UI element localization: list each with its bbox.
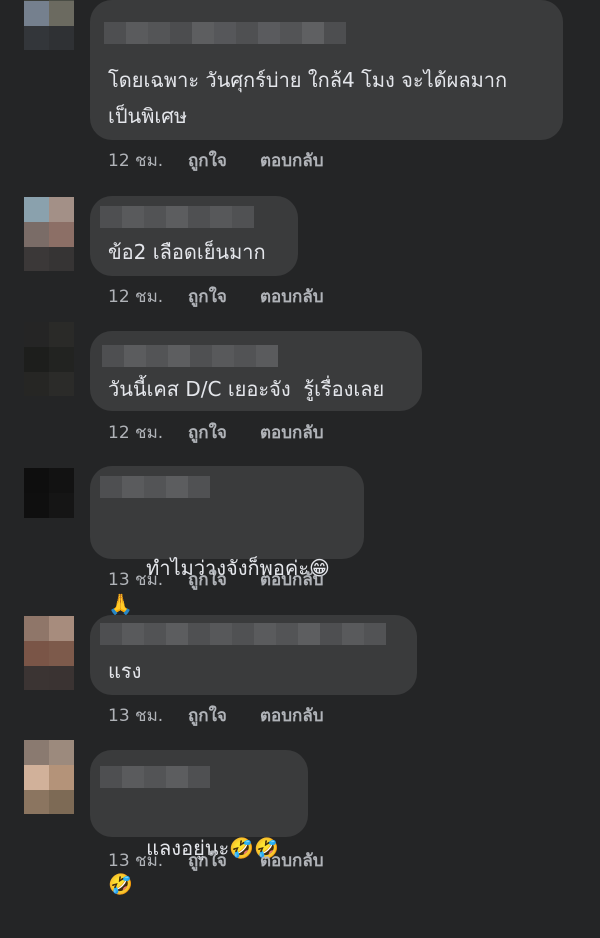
comment-meta: 12 ชม. ถูกใจ ตอบกลับ: [108, 284, 324, 308]
reply-button[interactable]: ตอบกลับ: [260, 147, 324, 174]
comment-bubble: โดยเฉพาะ วันศุกร์บ่าย ใกล้4 โมง จะได้ผลม…: [90, 0, 563, 140]
comment-text: โดยเฉพาะ วันศุกร์บ่าย ใกล้4 โมง จะได้ผลม…: [108, 68, 508, 128]
comment-time: 13 ชม.: [108, 850, 164, 871]
comment-bubble: แลงอยู่นะ🤣🤣🤣: [90, 750, 308, 896]
comment-text: ข้อ2 เลือดเย็นมาก: [108, 240, 266, 264]
reply-button[interactable]: ตอบกลับ: [260, 702, 324, 729]
author-name[interactable]: [102, 345, 278, 367]
comment-bubble: ทำไมว่างจังก็พอค่ะ😁🙏: [90, 466, 364, 616]
author-name[interactable]: [100, 623, 386, 645]
like-button[interactable]: ถูกใจ: [188, 847, 260, 874]
comment-time: 13 ชม.: [108, 569, 164, 590]
like-button[interactable]: ถูกใจ: [188, 419, 260, 446]
comment-time: 12 ชม.: [108, 422, 164, 443]
reply-button[interactable]: ตอบกลับ: [260, 283, 324, 310]
avatar[interactable]: [24, 197, 74, 271]
avatar[interactable]: [24, 740, 74, 814]
comment-meta: 13 ชม. ถูกใจ ตอบกลับ: [108, 703, 324, 727]
comment-meta: 12 ชม. ถูกใจ ตอบกลับ: [108, 148, 324, 172]
author-name[interactable]: [100, 476, 210, 498]
comment-bubble: ข้อ2 เลือดเย็นมาก: [90, 196, 298, 276]
comment-bubble: วันนี้เคส D/C เยอะจัง รู้เรื่องเลย: [90, 331, 422, 411]
author-name[interactable]: [100, 206, 254, 228]
like-button[interactable]: ถูกใจ: [188, 702, 260, 729]
like-button[interactable]: ถูกใจ: [188, 147, 260, 174]
comment-time: 12 ชม.: [108, 286, 164, 307]
avatar[interactable]: [24, 468, 74, 542]
avatar[interactable]: [24, 0, 74, 50]
avatar[interactable]: [24, 322, 74, 396]
reply-button[interactable]: ตอบกลับ: [260, 566, 324, 593]
comment-meta: 13 ชม. ถูกใจ ตอบกลับ: [108, 848, 324, 872]
comment-text: วันนี้เคส D/C เยอะจัง รู้เรื่องเลย: [108, 377, 385, 401]
like-button[interactable]: ถูกใจ: [188, 566, 260, 593]
comment-bubble: แรง: [90, 615, 417, 695]
reply-button[interactable]: ตอบกลับ: [260, 847, 324, 874]
comment-meta: 12 ชม. ถูกใจ ตอบกลับ: [108, 420, 324, 444]
author-name[interactable]: [104, 22, 346, 44]
comment-time: 12 ชม.: [108, 150, 164, 171]
author-name[interactable]: [100, 766, 210, 788]
comment-text: แรง: [108, 659, 142, 683]
reply-button[interactable]: ตอบกลับ: [260, 419, 324, 446]
avatar[interactable]: [24, 616, 74, 690]
comment-meta: 13 ชม. ถูกใจ ตอบกลับ: [108, 567, 324, 591]
comment-time: 13 ชม.: [108, 705, 164, 726]
like-button[interactable]: ถูกใจ: [188, 283, 260, 310]
